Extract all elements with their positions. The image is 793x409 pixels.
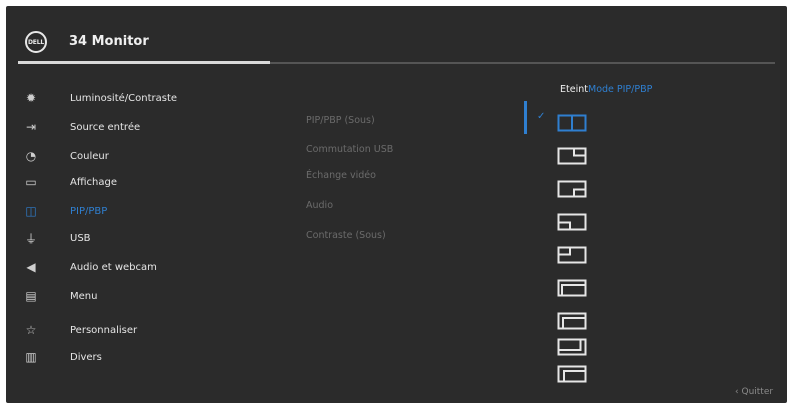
pip-bottom-left-icon[interactable] [557,213,587,231]
menu-item-pip-pbp[interactable]: ◫ PIP/PBP [23,201,107,221]
submenu-commutation-usb: Commutation USB [306,144,394,155]
off-label[interactable]: Eteint [560,84,588,95]
back-arrow-icon: ‹ [735,387,739,397]
pbp-split-icon[interactable] [557,114,587,132]
menu-item-personnaliser[interactable]: ☆ Personnaliser [23,320,138,340]
menu-icon: ▤ [25,289,37,303]
menu-item-menu[interactable]: ▤ Menu [23,286,97,306]
menu-item-affichage[interactable]: ▭ Affichage [23,172,117,192]
pbp-top-bottom-icon[interactable] [557,279,587,297]
menu-item-label: Audio et webcam [70,261,157,273]
menu-item-luminosite[interactable]: ✹ Luminosité/Contraste [23,88,177,108]
menu-item-label: Personnaliser [70,324,138,336]
pip-top-right-icon[interactable] [557,147,587,165]
osd-header: DELL 34 Monitor [6,6,787,64]
menu-item-label: Divers [70,351,102,363]
pbp-bottom-right-large-icon[interactable] [557,365,587,383]
menu-item-label: Source entrée [70,121,141,133]
submenu-pip-pbp-sous: PIP/PBP (Sous) [306,115,375,126]
star-icon: ☆ [25,323,37,337]
header-active-indicator [18,61,270,64]
pip-bottom-right-icon[interactable] [557,180,587,198]
menu-item-label: PIP/PBP [70,205,108,217]
exit-button[interactable]: ‹ Quitter [735,387,773,397]
others-icon: ▥ [25,350,37,364]
menu-item-usb[interactable]: ⏚ USB [23,228,91,248]
pbp-right-large-icon[interactable] [557,338,587,356]
monitor-title: 34 Monitor [69,34,149,49]
exit-label: Quitter [741,387,774,397]
menu-item-label: USB [70,232,91,244]
submenu-contraste-sous: Contraste (Sous) [306,230,386,241]
menu-item-label: Luminosité/Contraste [70,92,178,104]
brightness-icon: ✹ [25,91,37,105]
selection-bar [524,101,527,134]
pip-top-left-icon[interactable] [557,246,587,264]
dell-logo: DELL [25,31,47,53]
menu-item-couleur[interactable]: ◔ Couleur [23,146,109,166]
logo-text: DELL [28,38,44,46]
pbp-left-right-icon[interactable] [557,312,587,330]
submenu-audio: Audio [306,200,334,211]
submenu-echange-video: Échange vidéo [306,170,376,181]
input-source-icon: ⇥ [25,120,37,134]
menu-item-label: Affichage [70,176,117,188]
menu-item-label: Menu [70,290,98,302]
menu-item-divers[interactable]: ▥ Divers [23,347,102,367]
usb-icon: ⏚ [24,231,37,246]
mode-pip-pbp-label: Mode PIP/PBP [588,84,653,95]
menu-item-label: Couleur [70,150,109,162]
display-icon: ▭ [25,175,37,189]
osd-window: DELL 34 Monitor ✹ Luminosité/Contraste ⇥… [6,6,787,403]
menu-item-source[interactable]: ⇥ Source entrée [23,117,140,137]
color-icon: ◔ [25,149,37,163]
menu-item-audio[interactable]: ◀ Audio et webcam [23,257,157,277]
check-icon: ✓ [537,111,546,122]
pip-pbp-icon: ◫ [25,204,37,218]
speaker-icon: ◀ [26,260,36,274]
